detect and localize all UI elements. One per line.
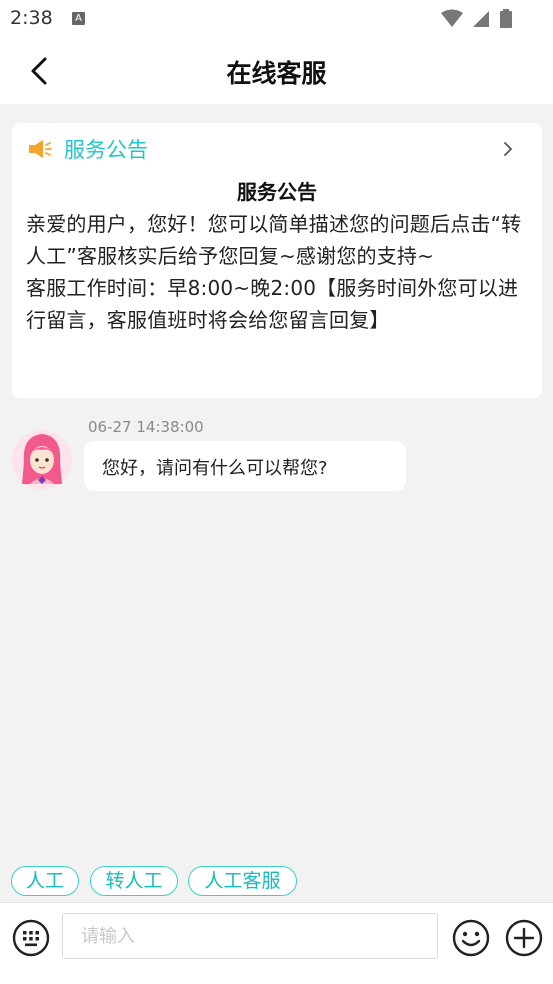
quick-reply-chip[interactable]: 人工 bbox=[11, 866, 79, 896]
input-bar bbox=[0, 902, 553, 984]
keyboard-button[interactable] bbox=[12, 919, 50, 961]
keyboard-icon bbox=[12, 919, 50, 957]
message-text: 您好，请问有什么可以帮您? bbox=[102, 458, 328, 479]
status-time: 2:38 bbox=[10, 7, 53, 29]
more-button[interactable] bbox=[505, 919, 543, 961]
status-bar: 2:38 A bbox=[0, 0, 553, 38]
smiley-icon bbox=[452, 919, 490, 957]
chevron-right-icon bbox=[504, 142, 513, 156]
signal-icon bbox=[473, 11, 489, 27]
message-timestamp: 06-27 14:38:00 bbox=[88, 418, 204, 436]
notice-title: 服务公告 bbox=[237, 180, 317, 204]
quick-reply-chip[interactable]: 人工客服 bbox=[188, 866, 297, 896]
status-icons bbox=[439, 8, 539, 28]
emoji-button[interactable] bbox=[452, 919, 490, 961]
wifi-icon bbox=[441, 9, 463, 27]
page-title: 在线客服 bbox=[226, 59, 327, 88]
quick-reply-chip[interactable]: 转人工 bbox=[90, 866, 178, 896]
notice-header-label: 服务公告 bbox=[64, 138, 148, 162]
agent-avatar bbox=[12, 428, 72, 492]
message-bubble: 您好，请问有什么可以帮您? bbox=[84, 441, 406, 491]
plus-circle-icon bbox=[505, 919, 543, 957]
message-input[interactable] bbox=[62, 913, 438, 959]
notice-body-paragraph-1: 亲爱的用户，您好！您可以简单描述您的问题后点击“转人工”客服核实后给予您回复~感… bbox=[26, 212, 522, 268]
service-notice-card: 服务公告 服务公告 亲爱的用户，您好！您可以简单描述您的问题后点击“转人工”客服… bbox=[12, 123, 542, 398]
notice-body: 亲爱的用户，您好！您可以简单描述您的问题后点击“转人工”客服核实后给予您回复~感… bbox=[26, 208, 536, 336]
battery-icon bbox=[500, 9, 512, 28]
notice-body-paragraph-2: 客服工作时间：早8:00~晚2:00【服务时间外您可以进行留言，客服值班时将会给… bbox=[26, 276, 519, 332]
a-icon: A bbox=[72, 12, 85, 25]
notice-header[interactable]: 服务公告 bbox=[12, 123, 542, 173]
app-bar: 在线客服 bbox=[0, 38, 553, 104]
speaker-icon bbox=[29, 140, 52, 158]
